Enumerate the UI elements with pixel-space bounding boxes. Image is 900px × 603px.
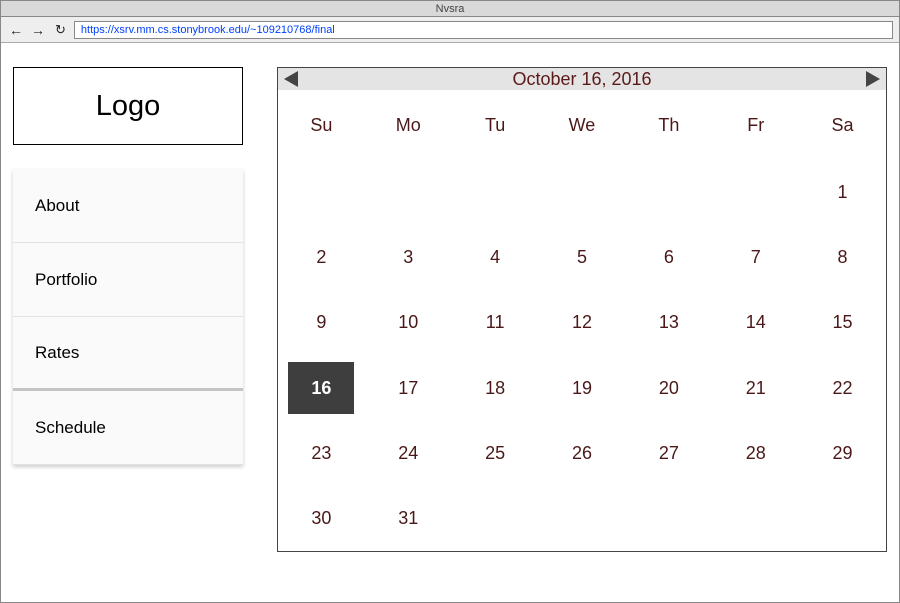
calendar-day[interactable]: 19 <box>539 355 626 420</box>
calendar-day[interactable]: 31 <box>365 486 452 551</box>
day-header: Mo <box>365 90 452 160</box>
day-header: Tu <box>452 90 539 160</box>
nav-item-about[interactable]: About <box>13 169 243 243</box>
calendar-day[interactable]: 21 <box>712 355 799 420</box>
calendar-day[interactable]: 23 <box>278 421 365 486</box>
day-header: We <box>539 90 626 160</box>
calendar-header: October 16, 2016 <box>278 68 886 90</box>
calendar-day[interactable]: 5 <box>539 225 626 290</box>
calendar-day[interactable]: 14 <box>712 290 799 355</box>
calendar-day[interactable]: 10 <box>365 290 452 355</box>
calendar-empty-cell <box>452 160 539 225</box>
logo: Logo <box>13 67 243 145</box>
day-header: Th <box>625 90 712 160</box>
calendar-empty-cell <box>539 486 626 551</box>
calendar-day[interactable]: 8 <box>799 225 886 290</box>
calendar-day[interactable]: 13 <box>625 290 712 355</box>
prev-month-button[interactable] <box>284 71 298 87</box>
window-title: Nvsra <box>1 1 899 17</box>
calendar-day[interactable]: 30 <box>278 486 365 551</box>
calendar-empty-cell <box>625 486 712 551</box>
calendar-day[interactable]: 26 <box>539 421 626 486</box>
day-header: Sa <box>799 90 886 160</box>
calendar-empty-cell <box>712 160 799 225</box>
next-month-button[interactable] <box>866 71 880 87</box>
calendar-title: October 16, 2016 <box>512 69 651 90</box>
calendar-empty-cell <box>712 486 799 551</box>
calendar-grid: SuMoTuWeThFrSa12345678910111213141516171… <box>278 90 886 551</box>
calendar-day[interactable]: 7 <box>712 225 799 290</box>
calendar-day[interactable]: 6 <box>625 225 712 290</box>
url-input[interactable] <box>74 21 893 39</box>
calendar-day[interactable]: 22 <box>799 355 886 420</box>
calendar-day[interactable]: 1 <box>799 160 886 225</box>
calendar-day[interactable]: 25 <box>452 421 539 486</box>
back-button[interactable]: ← <box>7 22 25 38</box>
calendar-day[interactable]: 18 <box>452 355 539 420</box>
calendar-day[interactable]: 9 <box>278 290 365 355</box>
calendar-day[interactable]: 17 <box>365 355 452 420</box>
calendar-empty-cell <box>539 160 626 225</box>
address-bar-row: ← → ↻ <box>1 17 899 43</box>
day-header: Fr <box>712 90 799 160</box>
calendar-empty-cell <box>625 160 712 225</box>
calendar-day[interactable]: 16 <box>288 362 354 414</box>
calendar-day[interactable]: 28 <box>712 421 799 486</box>
calendar-day[interactable]: 12 <box>539 290 626 355</box>
nav-item-rates[interactable]: Rates <box>13 317 243 391</box>
calendar-day[interactable]: 15 <box>799 290 886 355</box>
forward-button[interactable]: → <box>29 22 47 38</box>
calendar: October 16, 2016 SuMoTuWeThFrSa123456789… <box>277 67 887 552</box>
calendar-day[interactable]: 2 <box>278 225 365 290</box>
calendar-day[interactable]: 29 <box>799 421 886 486</box>
refresh-button[interactable]: ↻ <box>51 22 70 38</box>
nav-item-schedule[interactable]: Schedule <box>13 391 243 465</box>
calendar-empty-cell <box>278 160 365 225</box>
calendar-day[interactable]: 27 <box>625 421 712 486</box>
calendar-empty-cell <box>452 486 539 551</box>
day-header: Su <box>278 90 365 160</box>
calendar-day[interactable]: 20 <box>625 355 712 420</box>
calendar-empty-cell <box>365 160 452 225</box>
calendar-empty-cell <box>799 486 886 551</box>
nav-item-portfolio[interactable]: Portfolio <box>13 243 243 317</box>
calendar-day[interactable]: 11 <box>452 290 539 355</box>
calendar-day[interactable]: 24 <box>365 421 452 486</box>
calendar-day[interactable]: 3 <box>365 225 452 290</box>
calendar-day[interactable]: 4 <box>452 225 539 290</box>
nav-menu: AboutPortfolioRatesSchedule <box>13 169 243 465</box>
